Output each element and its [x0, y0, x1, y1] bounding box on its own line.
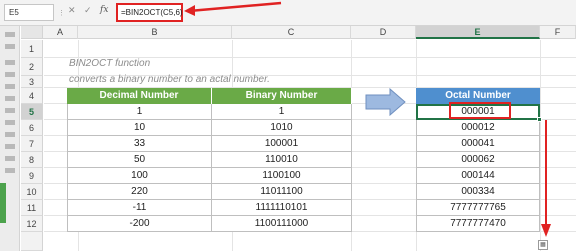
description-title: BIN2OCT function [69, 58, 151, 69]
result-cell[interactable]: 7777777765 [416, 200, 540, 216]
result-cell[interactable]: 000334 [416, 184, 540, 200]
table-cell-decimal[interactable]: 1 [67, 104, 212, 120]
formula-bar-separator: ⋮ [58, 10, 65, 17]
annotation-arrow-formula [184, 1, 282, 16]
row-header-5[interactable]: 5 [21, 104, 43, 120]
row-header-1[interactable]: 1 [21, 40, 43, 58]
column-header-e[interactable]: E [416, 26, 540, 39]
insert-function-icon[interactable]: fx [100, 5, 108, 15]
toolbar-icon[interactable] [5, 84, 15, 89]
toolbar-icon[interactable] [5, 156, 15, 161]
row-header-11[interactable]: 11 [21, 200, 43, 216]
row-header-4[interactable]: 4 [21, 88, 43, 104]
quick-analysis-icon[interactable]: ▦ [538, 240, 548, 250]
column-header-bar: A B C D E F [21, 26, 576, 39]
toolbar-icon[interactable] [5, 32, 15, 37]
table-cell-binary[interactable]: 1111110101 [212, 200, 352, 216]
toolbar-icon[interactable] [5, 144, 15, 149]
select-all-corner[interactable] [21, 26, 43, 39]
table-header-binary: Binary Number [212, 88, 352, 104]
result-cell[interactable]: 000041 [416, 136, 540, 152]
toolbar-icon[interactable] [5, 108, 15, 113]
table-cell-binary[interactable]: 1 [212, 104, 352, 120]
toolbar-icon[interactable] [5, 72, 15, 77]
row-header-6[interactable]: 6 [21, 120, 43, 136]
highlight-box [449, 102, 511, 119]
table-cell-binary[interactable]: 11011100 [212, 184, 352, 200]
row-header-13 [21, 232, 43, 251]
row-header-10[interactable]: 10 [21, 184, 43, 200]
result-cell[interactable]: 7777777470 [416, 216, 540, 232]
row-header-8[interactable]: 8 [21, 152, 43, 168]
formula-input[interactable]: =BIN2OCT(C5,6) [116, 3, 183, 22]
row-header-3[interactable]: 3 [21, 76, 43, 88]
table-cell-binary[interactable]: 1010 [212, 120, 352, 136]
result-cell[interactable]: 000062 [416, 152, 540, 168]
result-cell[interactable]: 000012 [416, 120, 540, 136]
toolbar-icon[interactable] [5, 44, 15, 49]
enter-icon[interactable]: ✓ [84, 5, 92, 16]
table-cell-decimal[interactable]: 50 [67, 152, 212, 168]
table-cell-binary[interactable]: 1100111000 [212, 216, 352, 232]
result-cell[interactable]: 000144 [416, 168, 540, 184]
column-header-a[interactable]: A [43, 26, 78, 39]
column-header-b[interactable]: B [78, 26, 232, 39]
toolbar-icon[interactable] [5, 96, 15, 101]
row-header-2[interactable]: 2 [21, 58, 43, 76]
row-header-9[interactable]: 9 [21, 168, 43, 184]
toolbar-icon[interactable] [5, 120, 15, 125]
column-header-d[interactable]: D [351, 26, 416, 39]
row-header-12[interactable]: 12 [21, 216, 43, 232]
table-cell-binary[interactable]: 1100100 [212, 168, 352, 184]
table-cell-binary[interactable]: 100001 [212, 136, 352, 152]
toolbar-icon[interactable] [5, 60, 15, 65]
name-box[interactable]: E5 [4, 4, 54, 21]
sheet-tab-indicator [0, 183, 6, 223]
row-header-7[interactable]: 7 [21, 136, 43, 152]
column-header-f[interactable]: F [540, 26, 576, 39]
toolbar-icon[interactable] [5, 168, 15, 173]
table-cell-decimal[interactable]: -11 [67, 200, 212, 216]
table-cell-decimal[interactable]: 10 [67, 120, 212, 136]
arrow-icon [365, 88, 406, 116]
table-cell-binary[interactable]: 110010 [212, 152, 352, 168]
table-cell-decimal[interactable]: 100 [67, 168, 212, 184]
description-text: converts a binary number to an actal num… [69, 74, 270, 85]
annotation-arrow-fill [541, 120, 551, 237]
cancel-icon[interactable]: ✕ [68, 5, 76, 16]
toolbar-icon[interactable] [5, 132, 15, 137]
table-cell-decimal[interactable]: 33 [67, 136, 212, 152]
table-header-decimal: Decimal Number [67, 88, 212, 104]
table-cell-decimal[interactable]: 220 [67, 184, 212, 200]
table-cell-decimal[interactable]: -200 [67, 216, 212, 232]
column-header-c[interactable]: C [232, 26, 351, 39]
